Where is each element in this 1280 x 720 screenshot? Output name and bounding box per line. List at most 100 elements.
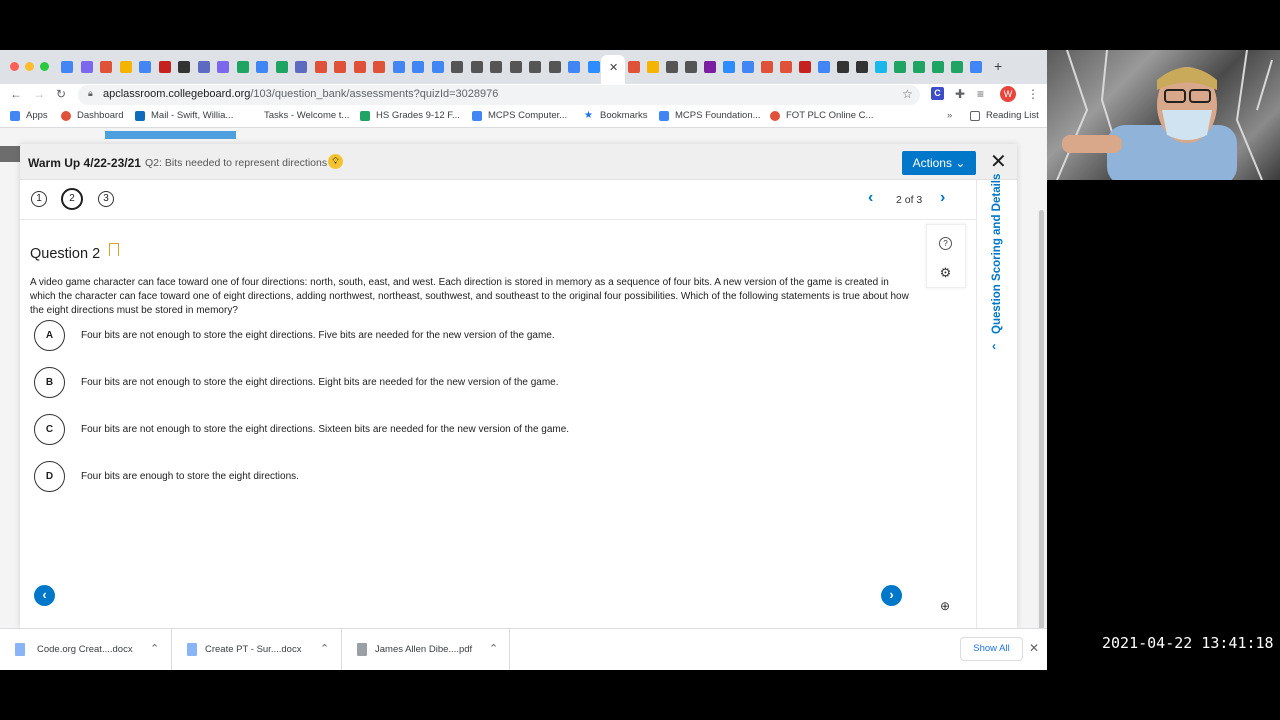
tab-favicon[interactable] xyxy=(932,61,944,73)
tab-favicon[interactable] xyxy=(666,61,678,73)
maximize-window-button[interactable] xyxy=(40,62,49,71)
download-item[interactable]: Create PT - Sur....docx ⌃ xyxy=(172,629,342,670)
tab-favicon[interactable] xyxy=(875,61,887,73)
close-window-button[interactable] xyxy=(10,62,19,71)
tab-favicon[interactable] xyxy=(470,61,483,73)
tab-favicon[interactable] xyxy=(628,61,640,73)
tab-favicon[interactable] xyxy=(647,61,659,73)
back-icon[interactable]: ← xyxy=(10,87,22,101)
minimize-window-button[interactable] xyxy=(25,62,34,71)
tab-favicon[interactable] xyxy=(761,61,773,73)
tab-favicon[interactable] xyxy=(178,61,190,73)
tab-favicon[interactable] xyxy=(314,61,327,73)
tab-favicon[interactable] xyxy=(236,61,249,73)
tab-favicon[interactable] xyxy=(295,61,307,73)
next-question-icon[interactable]: › xyxy=(940,189,945,207)
tab-favicon[interactable] xyxy=(529,61,541,73)
tab-favicon[interactable] xyxy=(197,61,210,73)
tab-favicon[interactable] xyxy=(139,61,151,73)
download-item[interactable]: Code.org Creat....docx ⌃ xyxy=(0,629,172,670)
tab-favicon[interactable] xyxy=(704,61,716,73)
zoom-in-icon[interactable]: ⊕ xyxy=(940,599,950,613)
close-tab-icon[interactable]: ✕ xyxy=(609,61,618,74)
bookmark-reading-list[interactable]: Reading List xyxy=(970,110,1039,121)
menu-icon[interactable]: ⋮ xyxy=(1027,87,1039,101)
lock-icon[interactable]: 🔒︎ xyxy=(88,88,93,99)
tab-favicon[interactable] xyxy=(431,61,444,73)
show-all-downloads-button[interactable]: Show All xyxy=(960,637,1023,661)
tab-favicon[interactable] xyxy=(256,61,268,73)
tab-favicon[interactable] xyxy=(158,61,171,73)
bookmark-mail[interactable]: Mail - Swift, Willia... xyxy=(135,110,233,121)
tab-favicon[interactable] xyxy=(451,61,463,73)
tab-favicon[interactable] xyxy=(913,61,925,73)
bookmark-bookmarks[interactable]: ★ Bookmarks xyxy=(584,110,648,121)
tab-favicon[interactable] xyxy=(685,61,697,73)
tab-favicon[interactable] xyxy=(334,61,346,73)
scrollbar-thumb[interactable] xyxy=(1039,210,1044,630)
tab-favicon[interactable] xyxy=(490,61,502,73)
tab-favicon[interactable] xyxy=(217,61,229,73)
profile-avatar[interactable]: W xyxy=(1000,86,1016,102)
page-scrollbar[interactable] xyxy=(1037,210,1047,630)
chevron-left-icon[interactable]: ‹ xyxy=(992,339,996,353)
prev-page-button[interactable]: ‹ xyxy=(34,585,55,606)
tab-favicon[interactable] xyxy=(548,61,561,73)
address-bar[interactable]: 🔒︎ apclassroom.collegeboard.org/103/ques… xyxy=(78,85,920,105)
bookmark-hs-grades[interactable]: HS Grades 9-12 F... xyxy=(360,110,460,121)
tab-favicon[interactable] xyxy=(275,61,288,73)
close-modal-icon[interactable]: ✕ xyxy=(990,152,1007,172)
question-scoring-panel-toggle[interactable]: Question Scoring and Details ‹ xyxy=(976,174,1017,628)
question-nav-2[interactable]: 2 xyxy=(61,188,83,210)
star-icon[interactable]: ☆ xyxy=(902,87,913,101)
tab-favicon[interactable] xyxy=(412,61,424,73)
bookmark-icon[interactable] xyxy=(109,243,119,256)
bookmark-apps[interactable]: Apps xyxy=(10,110,48,121)
puzzle-icon[interactable]: ✚ xyxy=(955,87,965,101)
tab-favicon[interactable] xyxy=(894,61,906,73)
help-icon[interactable]: ? xyxy=(939,237,952,250)
bookmark-tasks[interactable]: Tasks - Welcome t... xyxy=(248,110,349,121)
bookmark-mcps-foundation[interactable]: MCPS Foundation... xyxy=(659,110,761,121)
tab-favicon[interactable] xyxy=(373,61,385,73)
tab-favicon[interactable] xyxy=(100,61,112,73)
choice-letter[interactable]: D xyxy=(34,461,65,492)
tab-favicon[interactable] xyxy=(856,61,868,73)
tab-favicon[interactable] xyxy=(970,61,982,73)
answer-choice-c[interactable]: C Four bits are not enough to store the … xyxy=(34,414,874,446)
close-downloads-icon[interactable]: ✕ xyxy=(1029,641,1039,655)
extension-c-icon[interactable]: C xyxy=(931,87,944,100)
question-nav-3[interactable]: 3 xyxy=(98,191,114,207)
next-page-button[interactable]: › xyxy=(881,585,902,606)
bookmark-mcps-computer[interactable]: MCPS Computer... xyxy=(472,110,567,121)
tab-favicon[interactable] xyxy=(392,61,405,73)
tab-favicon[interactable] xyxy=(742,61,754,73)
answer-choice-a[interactable]: A Four bits are not enough to store the … xyxy=(34,320,874,352)
tab-favicon[interactable] xyxy=(587,61,600,73)
chevron-up-icon[interactable]: ⌃ xyxy=(150,642,159,655)
answer-choice-b[interactable]: B Four bits are not enough to store the … xyxy=(34,367,874,399)
settings-gear-icon[interactable]: ⚙ xyxy=(939,266,952,279)
tab-favicon[interactable] xyxy=(723,61,735,73)
tab-favicon[interactable] xyxy=(353,61,366,73)
chevron-up-icon[interactable]: ⌃ xyxy=(489,642,498,655)
actions-button[interactable]: Actions ⌄ xyxy=(902,151,976,175)
forward-icon[interactable]: → xyxy=(33,87,45,101)
tab-favicon[interactable] xyxy=(951,61,963,73)
lightbulb-icon[interactable]: 💡︎ xyxy=(328,154,343,169)
chevron-up-icon[interactable]: ⌃ xyxy=(320,642,329,655)
tab-favicon[interactable] xyxy=(799,61,811,73)
tab-favicon[interactable] xyxy=(119,61,132,73)
new-tab-button[interactable]: + xyxy=(994,58,1002,74)
bookmark-dashboard[interactable]: Dashboard xyxy=(61,110,123,121)
question-nav-1[interactable]: 1 xyxy=(31,191,47,207)
choice-letter[interactable]: B xyxy=(34,367,65,398)
bookmark-fot-plc[interactable]: FOT PLC Online C... xyxy=(770,110,873,121)
tab-favicon[interactable] xyxy=(837,61,849,73)
reload-icon[interactable]: ↻ xyxy=(56,87,66,101)
bookmarks-overflow-icon[interactable]: » xyxy=(947,110,952,121)
media-icon[interactable]: ≡ xyxy=(977,87,984,101)
prev-question-icon[interactable]: ‹ xyxy=(868,189,873,207)
choice-letter[interactable]: C xyxy=(34,414,65,445)
answer-choice-d[interactable]: D Four bits are enough to store the eigh… xyxy=(34,461,874,493)
